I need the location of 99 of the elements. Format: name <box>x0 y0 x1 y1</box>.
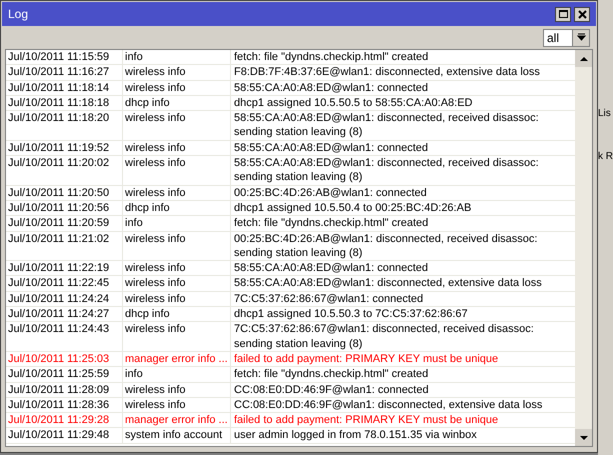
log-row[interactable]: Jul/10/2011 11:21:02 wireless info 00:25:BC:4D:26:AB@wlan1: disconnected, received disassoc: sending station leaving (8) <box>6 232 575 262</box>
time-cell: Jul/10/2011 11:28:36 <box>6 398 123 412</box>
message-cell-text: F8:DB:7F:4B:37:6E@wlan1: disconnected, extensive data loss <box>233 65 541 80</box>
topics-cell: wireless info <box>123 80 231 95</box>
log-row[interactable]: Jul/10/2011 11:20:56 dhcp info dhcp1 assigned 10.5.50.4 to 00:25:BC:4D:26:AB <box>6 200 575 216</box>
background-label: k R <box>598 150 613 164</box>
time-cell: Jul/10/2011 11:19:52 <box>6 140 123 156</box>
time-cell: Jul/10/2011 11:24:43 <box>6 322 123 351</box>
time-cell: Jul/10/2011 11:16:27 <box>6 65 123 80</box>
message-cell-text: dhcp1 assigned 10.5.50.3 to 7C:C5:37:62:86:67 <box>233 307 469 322</box>
topics-cell: manager error info ... <box>123 413 231 428</box>
log-row[interactable]: Jul/10/2011 11:16:27 wireless info F8:DB:7F:4B:37:6E@wlan1: disconnected, extensive data loss <box>6 65 575 81</box>
log-row[interactable]: Jul/10/2011 11:25:03 manager error info ... failed to add payment: PRIMARY KEY must be unique <box>6 352 575 368</box>
topics-cell: wireless info <box>123 65 231 80</box>
log-row[interactable]: Jul/10/2011 11:29:28 manager error info ... failed to add payment: PRIMARY KEY must be unique <box>6 413 575 428</box>
log-row[interactable]: Jul/10/2011 11:18:18 dhcp info dhcp1 assigned 10.5.50.5 to 58:55:CA:A0:A8:ED <box>6 96 575 112</box>
time-cell: Jul/10/2011 11:18:18 <box>6 96 123 110</box>
topics-cell: manager error info ... <box>123 352 231 366</box>
topics-cell: info <box>123 50 231 64</box>
topics-cell: wireless info <box>123 382 231 397</box>
message-cell-text: user admin logged in from 78.0.151.35 via winbox <box>233 428 478 443</box>
log-row[interactable]: Jul/10/2011 11:25:59 info fetch: file "dyndns.checkip.html" created <box>6 367 575 383</box>
topics-cell: info <box>123 367 231 382</box>
topics-cell: wireless info <box>123 398 231 412</box>
time-cell: Jul/10/2011 11:25:59 <box>6 367 123 382</box>
scroll-down-icon[interactable] <box>575 429 592 446</box>
time-cell: Jul/10/2011 11:15:59 <box>6 50 123 64</box>
message-cell-text: fetch: file "dyndns.checkip.html" created <box>233 367 430 382</box>
topics-cell: system info account <box>123 428 231 443</box>
message-cell-text: 58:55:CA:A0:A8:ED@wlan1: connected <box>233 80 430 95</box>
window-title: Log <box>8 6 28 23</box>
log-row[interactable]: Jul/10/2011 11:28:09 wireless info CC:08:E0:DD:46:9F@wlan1: connected <box>6 382 575 398</box>
log-row[interactable]: Jul/10/2011 11:20:59 info fetch: file "dyndns.checkip.html" created <box>6 216 575 232</box>
background-label: Lis <box>598 107 611 121</box>
log-row[interactable]: Jul/10/2011 11:24:43 wireless info 7C:C5:37:62:86:67@wlan1: disconnected, received disassoc: sending station leaving (8) <box>6 322 575 352</box>
log-row[interactable]: Jul/10/2011 11:19:52 wireless info 58:55:CA:A0:A8:ED@wlan1: connected <box>6 140 575 156</box>
message-cell-text: 00:25:BC:4D:26:AB@wlan1: connected <box>233 186 428 200</box>
message-cell-text: fetch: file "dyndns.checkip.html" created <box>233 216 430 231</box>
topics-cell: wireless info <box>123 261 231 276</box>
topics-cell: dhcp info <box>123 96 231 110</box>
message-cell-text: dhcp1 assigned 10.5.50.4 to 00:25:BC:4D:26:AB <box>233 200 472 216</box>
message-cell-text: 58:55:CA:A0:A8:ED@wlan1: disconnected, extensive data loss <box>233 276 543 291</box>
topics-cell: wireless info <box>123 156 231 185</box>
topics-cell: wireless info <box>123 186 231 200</box>
time-cell: Jul/10/2011 11:24:27 <box>6 307 123 322</box>
log-row[interactable]: Jul/10/2011 11:20:02 wireless info 58:55:CA:A0:A8:ED@wlan1: disconnected, received disassoc: sending station leaving (8) <box>6 156 575 186</box>
time-cell: Jul/10/2011 11:29:48 <box>6 428 123 443</box>
topics-cell: info <box>123 216 231 231</box>
time-cell: Jul/10/2011 11:28:09 <box>6 382 123 397</box>
time-cell: Jul/10/2011 11:24:24 <box>6 292 123 306</box>
topics-cell: wireless info <box>123 322 231 351</box>
log-row[interactable]: Jul/10/2011 11:28:36 wireless info CC:08:E0:DD:46:9F@wlan1: disconnected, extensive data loss <box>6 398 575 414</box>
message-cell-text: CC:08:E0:DD:46:9F@wlan1: disconnected, extensive data loss <box>233 398 544 412</box>
log-row[interactable]: Jul/10/2011 11:15:59 info fetch: file "dyndns.checkip.html" created <box>6 50 575 66</box>
log-row[interactable]: Jul/10/2011 11:22:19 wireless info 58:55:CA:A0:A8:ED@wlan1: connected <box>6 261 575 276</box>
message-cell-text: failed to add payment: PRIMARY KEY must be unique <box>233 413 500 428</box>
log-row[interactable]: Jul/10/2011 11:29:48 system info account user admin logged in from 78.0.151.35 via winbox <box>6 428 575 444</box>
scrollbar[interactable] <box>575 50 592 446</box>
message-cell-text: 00:25:BC:4D:26:AB@wlan1: disconnected, received disassoc: sending station leaving (8) <box>233 232 538 260</box>
time-cell: Jul/10/2011 11:18:20 <box>6 111 123 140</box>
message-cell-text: 58:55:CA:A0:A8:ED@wlan1: disconnected, received disassoc: sending station leaving (8) <box>233 111 540 140</box>
message-cell-text: fetch: file "dyndns.checkip.html" created <box>233 50 430 64</box>
topics-cell: wireless info <box>123 232 231 260</box>
message-cell-text: 58:55:CA:A0:A8:ED@wlan1: connected <box>233 261 430 276</box>
message-cell-text: dhcp1 assigned 10.5.50.5 to 58:55:CA:A0:A8:ED <box>233 96 474 110</box>
message-cell-text: 7C:C5:37:62:86:67@wlan1: disconnected, received disassoc: sending station leaving (8) <box>233 322 535 351</box>
log-row[interactable]: Jul/10/2011 11:18:20 wireless info 58:55:CA:A0:A8:ED@wlan1: disconnected, received disassoc: sending station leaving (8) <box>6 111 575 141</box>
time-cell: Jul/10/2011 11:20:59 <box>6 216 123 231</box>
time-cell: Jul/10/2011 11:20:02 <box>6 156 123 185</box>
time-cell: Jul/10/2011 11:20:50 <box>6 186 123 200</box>
message-cell-text: 7C:C5:37:62:86:67@wlan1: connected <box>233 292 424 306</box>
topics-cell: wireless info <box>123 276 231 291</box>
log-row[interactable]: Jul/10/2011 11:24:27 dhcp info dhcp1 assigned 10.5.50.3 to 7C:C5:37:62:86:67 <box>6 307 575 322</box>
maximize-icon <box>558 10 568 18</box>
scroll-up-icon[interactable] <box>575 50 592 67</box>
time-cell: Jul/10/2011 11:25:03 <box>6 352 123 366</box>
time-cell: Jul/10/2011 11:20:56 <box>6 200 123 216</box>
topics-cell: dhcp info <box>123 200 231 216</box>
message-cell-text: failed to add payment: PRIMARY KEY must be unique <box>233 352 500 366</box>
topics-cell: wireless info <box>123 111 231 140</box>
message-cell-text: CC:08:E0:DD:46:9F@wlan1: connected <box>233 382 430 397</box>
time-cell: Jul/10/2011 11:21:02 <box>6 232 123 260</box>
log-row[interactable]: Jul/10/2011 11:18:14 wireless info 58:55:CA:A0:A8:ED@wlan1: connected <box>6 80 575 96</box>
time-cell: Jul/10/2011 11:29:28 <box>6 413 123 428</box>
filter-dropdown[interactable]: all <box>543 28 590 46</box>
topics-cell: wireless info <box>123 140 231 156</box>
log-row[interactable]: Jul/10/2011 11:20:50 wireless info 00:25:BC:4D:26:AB@wlan1: connected <box>6 186 575 201</box>
close-button[interactable] <box>574 6 590 22</box>
time-cell: Jul/10/2011 11:18:14 <box>6 80 123 95</box>
message-cell-text: 58:55:CA:A0:A8:ED@wlan1: disconnected, received disassoc: sending station leaving (8) <box>233 156 540 185</box>
close-icon <box>578 10 586 18</box>
time-cell: Jul/10/2011 11:22:19 <box>6 261 123 276</box>
message-cell-text: 58:55:CA:A0:A8:ED@wlan1: connected <box>233 140 430 156</box>
log-row[interactable]: Jul/10/2011 11:22:45 wireless info 58:55:CA:A0:A8:ED@wlan1: disconnected, extensive data loss <box>6 276 575 292</box>
maximize-button[interactable] <box>555 6 571 22</box>
topics-cell: wireless info <box>123 292 231 306</box>
topics-cell: dhcp info <box>123 307 231 322</box>
time-cell: Jul/10/2011 11:22:45 <box>6 276 123 291</box>
log-row[interactable]: Jul/10/2011 11:24:24 wireless info 7C:C5:37:62:86:67@wlan1: connected <box>6 292 575 308</box>
